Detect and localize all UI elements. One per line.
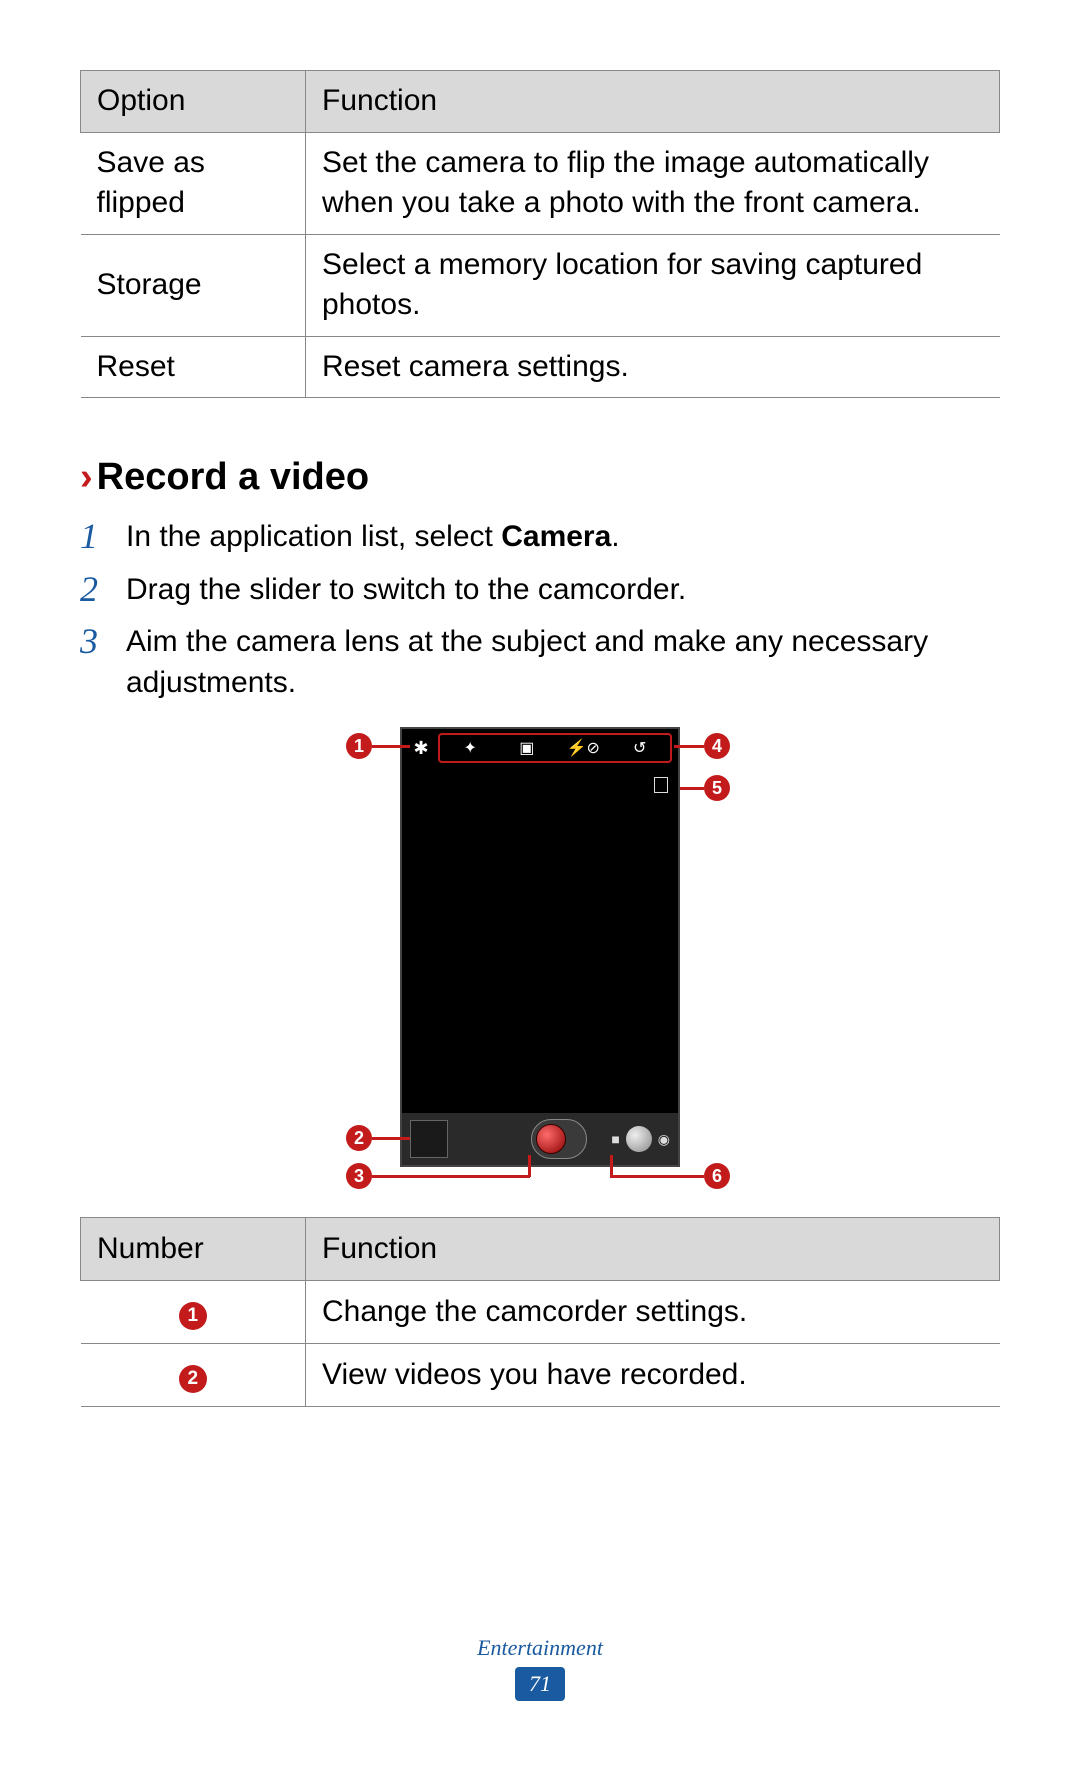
chevron-right-icon: › <box>80 456 93 499</box>
section-heading: › Record a video <box>80 456 1000 499</box>
recording-mode-icon: ▣ <box>499 735 556 761</box>
list-item: 3 Aim the camera lens at the subject and… <box>80 622 1000 703</box>
callout-line <box>680 787 704 790</box>
callout-line <box>372 1175 530 1178</box>
number-cell: 2 <box>81 1344 306 1407</box>
video-icon: ■ <box>611 1131 619 1147</box>
option-name: Save as flipped <box>81 132 306 234</box>
table-row: 2 View videos you have recorded. <box>81 1344 1000 1407</box>
option-function: Select a memory location for saving capt… <box>306 234 1000 336</box>
step-text: Drag the slider to switch to the camcord… <box>126 570 1000 611</box>
mode-switch: ■ ◉ <box>611 1126 670 1152</box>
step-text: Aim the camera lens at the subject and m… <box>126 622 1000 703</box>
function-cell: View videos you have recorded. <box>306 1344 1000 1407</box>
switch-camera-icon: ↺ <box>612 735 669 761</box>
callout-line <box>674 745 704 748</box>
callout-badge: 5 <box>704 775 730 801</box>
option-function: Set the camera to flip the image automat… <box>306 132 1000 234</box>
option-name: Storage <box>81 234 306 336</box>
function-cell: Change the camcorder settings. <box>306 1281 1000 1344</box>
options-header-function: Function <box>306 71 1000 133</box>
table-row: Reset Reset camera settings. <box>81 336 1000 398</box>
record-button <box>531 1119 587 1159</box>
storage-icon <box>654 777 668 793</box>
gear-icon: ✱ <box>408 735 434 761</box>
table-row: Storage Select a memory location for sav… <box>81 234 1000 336</box>
step-number: 3 <box>80 622 108 662</box>
section-title: Record a video <box>97 456 369 499</box>
callout-line <box>372 1137 410 1140</box>
callout-badge: 1 <box>346 733 372 759</box>
callout-badge: 3 <box>346 1163 372 1189</box>
camcorder-topbar: ✱ ✦ ▣ ⚡⊘ ↺ <box>402 729 678 767</box>
callout-line <box>610 1155 613 1177</box>
options-table: Option Function Save as flipped Set the … <box>80 70 1000 398</box>
callout-badge: 2 <box>346 1125 372 1151</box>
step-text-after: . <box>611 520 619 553</box>
number-function-table: Number Function 1 Change the camcorder s… <box>80 1217 1000 1407</box>
table-row: 1 Change the camcorder settings. <box>81 1281 1000 1344</box>
page-number-badge: 71 <box>515 1667 565 1701</box>
number-cell: 1 <box>81 1281 306 1344</box>
callout-badge: 6 <box>704 1163 730 1189</box>
callout-line <box>528 1155 531 1177</box>
step-text-before: In the application list, select <box>126 520 501 553</box>
callout-line <box>610 1175 704 1178</box>
shortcut-panel: ✦ ▣ ⚡⊘ ↺ <box>438 733 672 763</box>
steps-list: 1 In the application list, select Camera… <box>80 517 1000 703</box>
list-item: 2 Drag the slider to switch to the camco… <box>80 570 1000 611</box>
table-row: Save as flipped Set the camera to flip t… <box>81 132 1000 234</box>
switch-knob-icon <box>626 1126 652 1152</box>
number-badge: 1 <box>179 1302 207 1330</box>
video-thumbnail <box>410 1120 448 1158</box>
phone-frame: ✱ ✦ ▣ ⚡⊘ ↺ ■ ◉ <box>400 727 680 1167</box>
flash-icon: ⚡⊘ <box>555 735 612 761</box>
function-header: Function <box>306 1218 1000 1281</box>
record-dot-icon <box>536 1124 566 1154</box>
step-number: 2 <box>80 570 108 610</box>
option-function: Reset camera settings. <box>306 336 1000 398</box>
option-name: Reset <box>81 336 306 398</box>
callout-line <box>372 745 410 748</box>
phone-illustration: ✱ ✦ ▣ ⚡⊘ ↺ ■ ◉ <box>80 727 1000 1187</box>
callout-badge: 4 <box>704 733 730 759</box>
number-badge: 2 <box>179 1365 207 1393</box>
page-footer: Entertainment 71 <box>0 1635 1080 1701</box>
number-header: Number <box>81 1218 306 1281</box>
footer-section-label: Entertainment <box>0 1635 1080 1661</box>
effects-icon: ✦ <box>442 735 499 761</box>
step-text: In the application list, select Camera. <box>126 517 1000 558</box>
step-text-bold: Camera <box>501 520 611 553</box>
options-header-option: Option <box>81 71 306 133</box>
camcorder-bottombar: ■ ◉ <box>402 1113 678 1165</box>
step-number: 1 <box>80 517 108 557</box>
camera-icon: ◉ <box>658 1131 670 1148</box>
list-item: 1 In the application list, select Camera… <box>80 517 1000 558</box>
